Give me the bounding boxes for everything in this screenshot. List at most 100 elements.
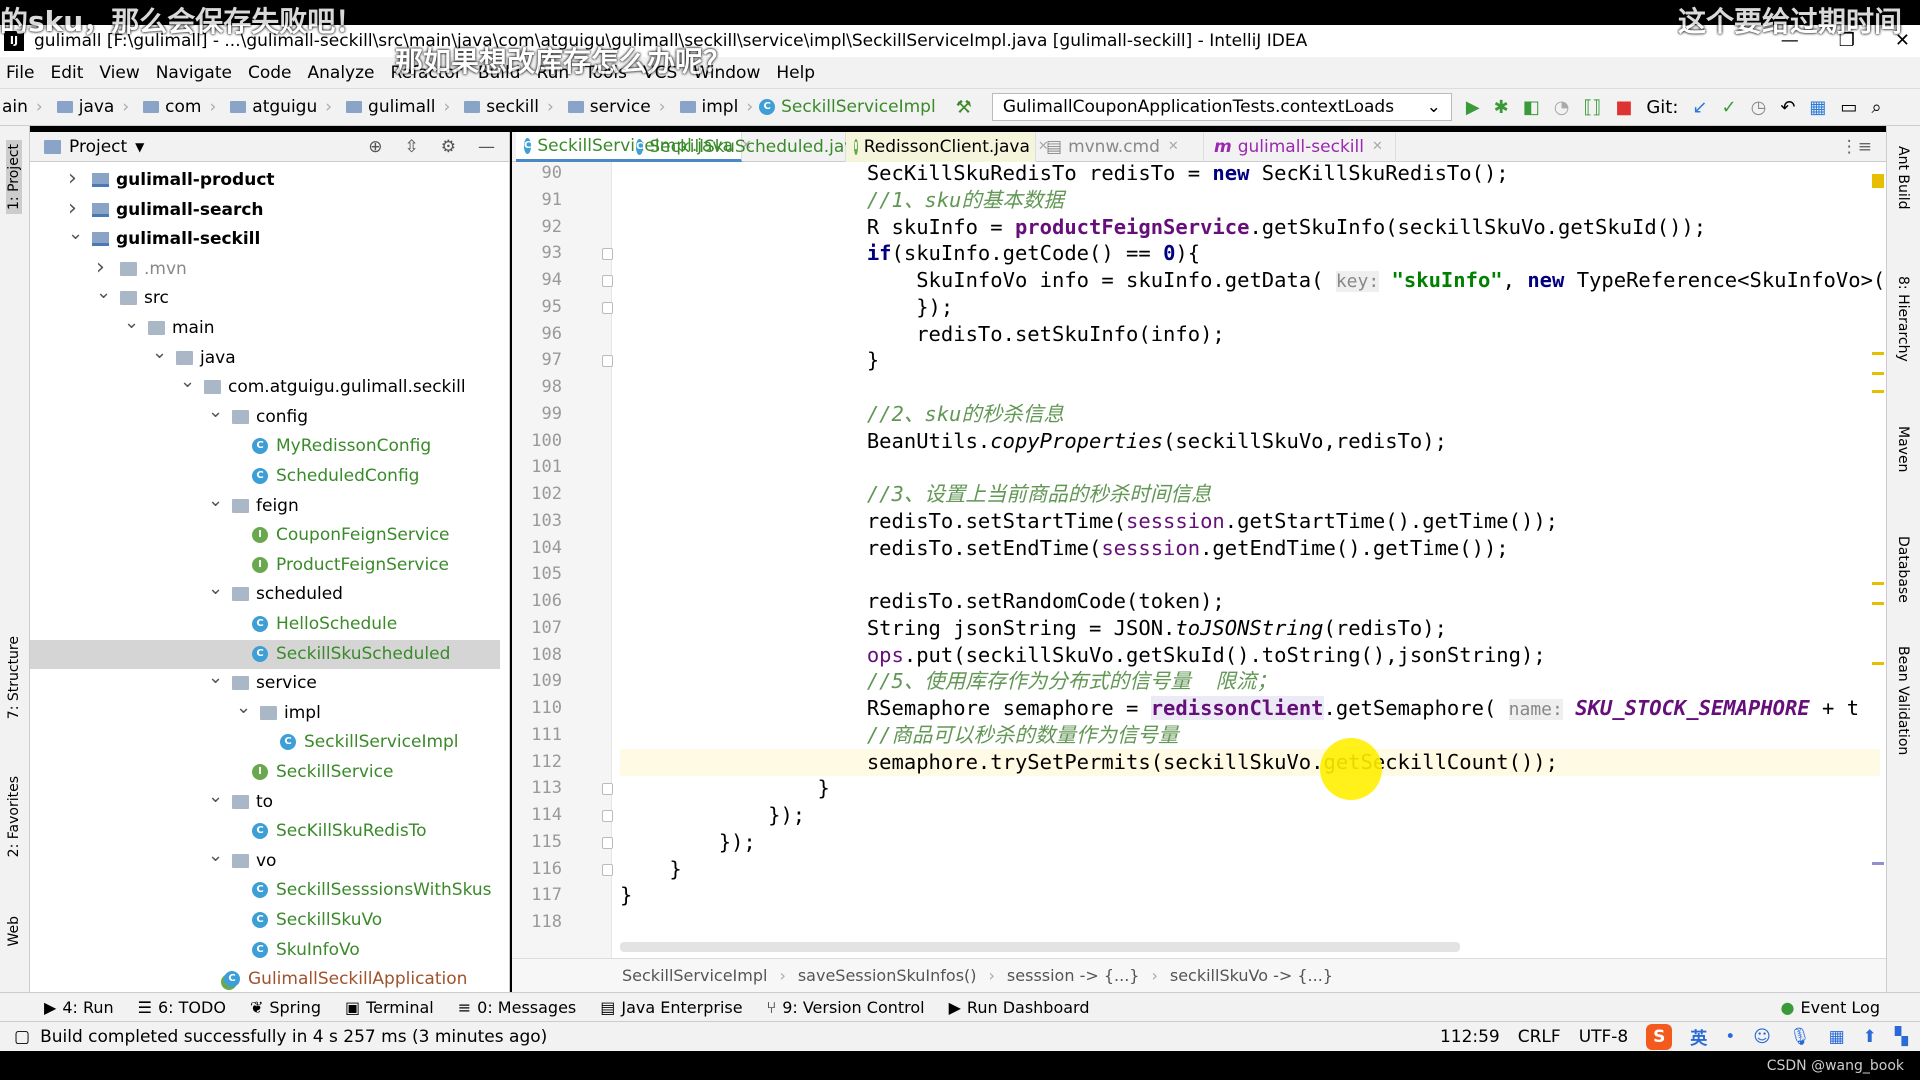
gear-icon[interactable]: ⚙ [441,137,456,157]
tool-web[interactable]: Web [6,916,22,947]
tool-structure[interactable]: 7: Structure [6,636,22,719]
tab-gulimall-seckill[interactable]: m gulimall-seckill ✕ [1206,132,1396,162]
chevron-down-icon[interactable]: ▼ [135,140,144,154]
nav-crumb[interactable]: ain › [2,97,43,117]
warning-marker[interactable] [1872,602,1884,605]
debug-icon[interactable]: ✱ [1494,97,1509,118]
fold-marker-icon[interactable] [602,836,613,849]
collapse-all-icon[interactable]: ⇳ [405,137,419,157]
tool-project[interactable]: 1: Project [6,140,22,214]
tree-item[interactable]: ⌄ gulimall-seckill [30,223,500,254]
tool-database[interactable]: Database [1895,536,1911,603]
ime-logo-icon[interactable]: S [1646,1023,1673,1050]
warning-marker[interactable] [1872,352,1884,355]
ime-emoji-icon[interactable]: ☺ [1753,1027,1771,1047]
horizontal-scrollbar[interactable] [620,942,1460,952]
menu-navigate[interactable]: Navigate [156,63,232,83]
project-structure-icon[interactable]: ▦ [1809,97,1826,118]
tree-item[interactable]: ⌄ feign [30,490,500,521]
tree-item[interactable]: C MyRedissonConfig [30,432,500,461]
tree-item[interactable]: C GulimallSeckillApplication [30,965,500,992]
nav-crumb[interactable]: service › [560,97,666,117]
tree-item[interactable]: I SeckillService [30,758,500,787]
tree-item[interactable]: ⌄ to [30,786,500,817]
toolwindow-4-run[interactable]: ▶ 4: Run [44,998,114,1017]
chevron-down-icon[interactable]: ⌄ [208,663,223,692]
chevron-right-icon[interactable]: › [68,164,77,193]
tree-item[interactable]: C HelloSchedule [30,610,500,639]
rollback-icon[interactable]: ↶ [1780,97,1795,118]
ime-keyboard-icon[interactable]: ▦ [1829,1027,1845,1047]
tab-redissonclient-java[interactable]: I RedissonClient.java ✕ [846,132,1049,162]
tool-bean-validation[interactable]: Bean Validation [1895,646,1911,755]
menu-code[interactable]: Code [248,63,292,83]
caret-position[interactable]: 112:59 [1440,1027,1500,1047]
tree-item[interactable]: I CouponFeignService [30,521,500,550]
git-commit-icon[interactable]: ✓ [1722,97,1737,118]
status-toggle-icon[interactable]: ▢ [14,1027,30,1047]
ime-menu-icon[interactable]: ▚ [1895,1027,1908,1047]
fold-marker-icon[interactable] [602,783,613,796]
stop-icon[interactable]: ■ [1615,97,1632,118]
tree-item[interactable]: ⌄ java [30,342,500,373]
chevron-down-icon[interactable]: ⌄ [208,782,223,811]
chevron-down-icon[interactable]: ⌄ [68,219,83,248]
run-configuration-select[interactable]: GulimallCouponApplicationTests.contextLo… [991,93,1452,121]
toolwindow-0-messages[interactable]: ≡ 0: Messages [458,998,577,1017]
editor-breadcrumb[interactable]: seckillSkuVo -> {...} [1170,966,1333,985]
locate-icon[interactable]: ⊕ [368,137,382,157]
warning-marker[interactable] [1872,390,1884,393]
toolwindow-6-todo[interactable]: ☰ 6: TODO [138,998,226,1017]
project-view-select[interactable]: Project [69,137,127,157]
toolwindow-terminal[interactable]: ▣ Terminal [345,998,434,1017]
editor-breadcrumb[interactable]: sesssion -> {...} [1007,966,1140,985]
chevron-down-icon[interactable]: ⌄ [124,308,139,337]
nav-crumb[interactable]: atguigu › [222,97,332,117]
tree-item[interactable]: C SecKillSkuRedisTo [30,817,500,846]
build-hammer-icon[interactable]: ⚒ [956,97,972,118]
git-update-icon[interactable]: ↙ [1692,97,1707,118]
warning-marker[interactable] [1872,662,1884,665]
tree-item[interactable]: ⌄ vo [30,845,500,876]
close-icon[interactable]: ✕ [1372,132,1383,162]
error-stripe[interactable] [1870,162,1886,958]
fold-marker-icon[interactable] [602,248,613,261]
tree-item[interactable]: C SeckillSesssionsWithSkus [30,876,500,905]
ime-language[interactable]: 英 [1690,1024,1707,1049]
tree-item[interactable]: C ScheduledConfig [30,462,500,491]
attach-icon[interactable]: ⟦⟧ [1583,97,1601,118]
run-icon[interactable]: ▶ [1466,97,1480,118]
chevron-down-icon[interactable]: ⌄ [236,693,251,722]
menu-help[interactable]: Help [776,63,815,83]
tree-item[interactable]: C SeckillServiceImpl [30,728,500,757]
menu-analyze[interactable]: Analyze [308,63,375,83]
editor-breadcrumb[interactable]: saveSessionSkuInfos() [798,966,977,985]
info-marker[interactable] [1872,862,1884,865]
ime-skin-icon[interactable]: ⬆ [1863,1027,1877,1047]
tree-item[interactable]: ⌄ src [30,282,500,313]
editor-breadcrumb[interactable]: SeckillServiceImpl [622,966,767,985]
tree-item[interactable]: C SeckillSkuScheduled [30,639,500,669]
tree-item[interactable]: ⌄ main [30,312,500,343]
toolwindow-spring[interactable]: ❦ Spring [250,998,321,1017]
chevron-down-icon[interactable]: ⌄ [96,278,111,307]
tree-item[interactable]: ⌄ scheduled [30,578,500,609]
nav-current-class[interactable]: C SeckillServiceImpl [759,97,936,117]
close-icon[interactable]: ✕ [1168,132,1179,162]
nav-crumb[interactable]: com › [135,97,216,117]
fold-marker-icon[interactable] [602,810,613,822]
toolwindow-java-enterprise[interactable]: ▤ Java Enterprise [600,998,742,1017]
nav-crumb[interactable]: java › [49,97,129,117]
tree-item[interactable]: C SeckillSkuVo [30,906,500,935]
hide-icon[interactable]: — [478,137,495,157]
tab-seckillskuscheduled-java[interactable]: CSeckillSkuScheduled.java✕ [628,132,884,162]
coverage-icon[interactable]: ◧ [1523,97,1540,118]
chevron-down-icon[interactable]: ⌄ [208,397,223,426]
tree-item[interactable]: › gulimall-product [30,166,500,195]
warning-marker[interactable] [1872,372,1884,375]
warning-marker[interactable] [1872,174,1884,188]
tree-item[interactable]: ⌄ impl [30,697,500,728]
tree-item[interactable]: C SkuInfoVo [30,936,500,965]
tree-item[interactable]: ⌄ config [30,401,500,432]
chevron-down-icon[interactable]: ⌄ [152,338,167,367]
